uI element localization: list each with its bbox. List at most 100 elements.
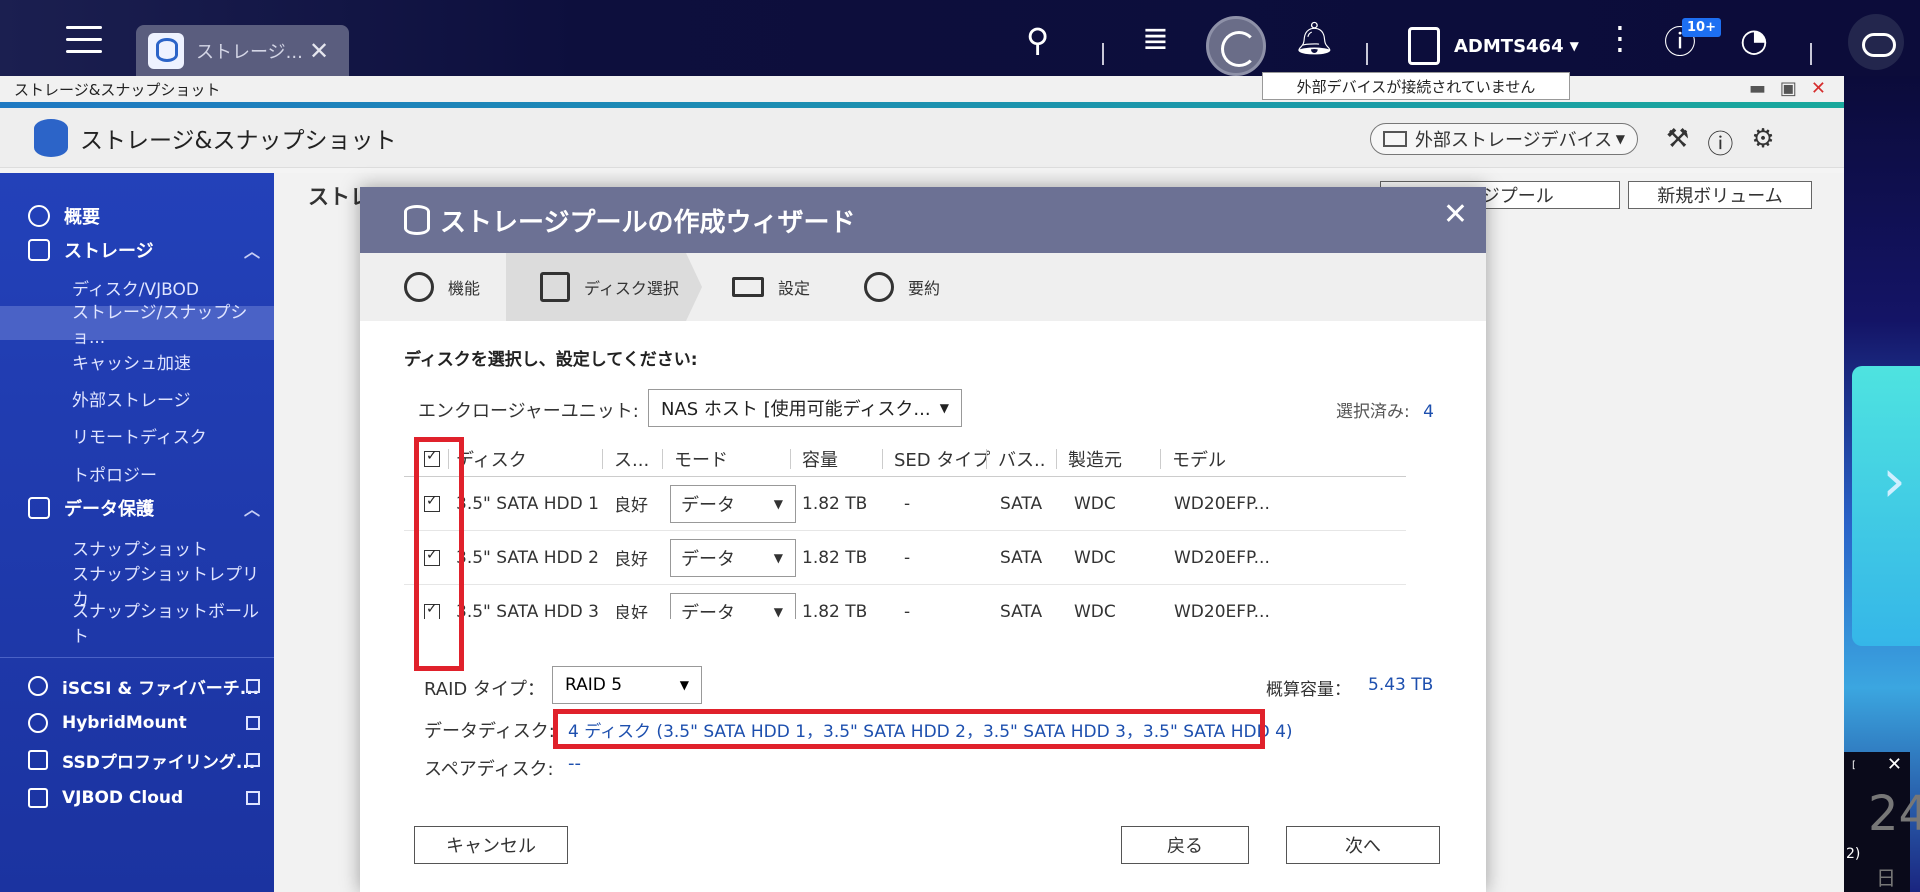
col-sed-type[interactable]: SED タイプ bbox=[894, 441, 990, 476]
sidebar-item-data-protection[interactable]: データ保護 ︿ bbox=[0, 491, 274, 525]
widget-note: 2) bbox=[1846, 846, 1861, 862]
sidebar-item-external-storage[interactable]: 外部ストレージ bbox=[0, 381, 274, 415]
enclosure-select[interactable]: NAS ホスト [使用可能ディスク... ▼ bbox=[648, 389, 962, 427]
chevron-right-icon[interactable]: › bbox=[1882, 446, 1906, 516]
sidebar-item-label: トポロジー bbox=[72, 465, 157, 486]
instruction-text: ディスクを選択し、設定してください: bbox=[404, 350, 698, 370]
disk-table: ディスク ス... モード 容量 SED タイプ バス... 製造元 モデル 3… bbox=[404, 441, 1406, 619]
sidebar-item-label: VJBOD Cloud bbox=[62, 788, 184, 808]
disk-vendor: WDC bbox=[1074, 601, 1116, 620]
maximize-icon[interactable]: ▣ bbox=[1780, 78, 1797, 99]
sidebar-item-vjbod-cloud[interactable]: VJBOD Cloud bbox=[0, 781, 274, 815]
sidebar-item-hybridmount[interactable]: HybridMount bbox=[0, 706, 274, 740]
close-tab-icon[interactable]: ✕ bbox=[309, 37, 329, 65]
wizard-steps: 機能 ディスク選択 設定 要約 bbox=[360, 253, 1486, 321]
create-storage-pool-wizard: ストレージプールの作成ウィザード ✕ 機能 ディスク選択 設定 要約 ディスクを… bbox=[360, 187, 1486, 892]
sidebar-item-label: SSDプロファイリング... bbox=[62, 752, 256, 773]
mode-select[interactable]: データ ▼ bbox=[670, 477, 796, 530]
storage-app-icon bbox=[148, 32, 184, 69]
raid-type-select[interactable]: RAID 5 ▼ bbox=[552, 666, 702, 704]
disk-name: 3.5" SATA HDD 3 bbox=[456, 601, 599, 620]
external-storage-device-button[interactable]: 外部ストレージデバイス ▼ bbox=[1370, 123, 1638, 155]
data-disk-label: データディスク: bbox=[424, 721, 555, 742]
main-menu-icon[interactable] bbox=[66, 26, 102, 58]
more-options-icon[interactable]: ⋮ bbox=[1604, 22, 1636, 54]
window-title: ストレージ&スナップショット bbox=[14, 80, 221, 99]
external-link-icon bbox=[246, 753, 260, 767]
sidebar-item-snapshot[interactable]: スナップショット bbox=[0, 530, 274, 564]
bell-icon[interactable]: 🔔︎ bbox=[1294, 22, 1335, 54]
help-icon[interactable]: ⓘ bbox=[1707, 124, 1733, 161]
external-link-icon bbox=[246, 716, 260, 730]
os-taskbar: ストレージ... ✕ ⚲ ≣ 🔔︎ ADMTS464 ▼ ⋮ ⓘ 10+ ◔ bbox=[0, 0, 1920, 76]
sidebar-item-iscsi[interactable]: iSCSI & ファイバーチ... bbox=[0, 669, 274, 703]
task-stack-icon[interactable]: ≣ bbox=[1142, 22, 1169, 54]
widget-bracket: [ bbox=[1852, 760, 1856, 771]
username: ADMTS464 bbox=[1454, 35, 1564, 57]
col-disk[interactable]: ディスク bbox=[456, 441, 527, 476]
col-mode[interactable]: モード bbox=[674, 441, 728, 476]
toolbar-divider bbox=[1102, 43, 1104, 65]
disk-capacity: 1.82 TB bbox=[802, 493, 868, 514]
sync-icon[interactable] bbox=[1206, 16, 1266, 76]
col-vendor[interactable]: 製造元 bbox=[1068, 441, 1122, 476]
sidebar-item-overview[interactable]: 概要 bbox=[0, 199, 274, 233]
cloud-icon[interactable] bbox=[1848, 14, 1904, 70]
external-link-icon bbox=[246, 791, 260, 805]
close-dialog-icon[interactable]: ✕ bbox=[1443, 197, 1468, 232]
col-status[interactable]: ス... bbox=[614, 441, 654, 476]
sidebar-item-snapshot-vault[interactable]: スナップショットボールト bbox=[0, 602, 274, 647]
next-button[interactable]: 次へ bbox=[1286, 826, 1440, 864]
step-summary: 要約 bbox=[864, 253, 940, 321]
step-label: 要約 bbox=[908, 279, 941, 298]
selected-label: 選択済み: bbox=[1336, 402, 1410, 422]
search-icon[interactable]: ⚲ bbox=[1026, 24, 1049, 56]
col-bus[interactable]: バス... bbox=[998, 441, 1046, 476]
user-menu[interactable]: ADMTS464 ▼ bbox=[1408, 27, 1579, 65]
disk-capacity: 1.82 TB bbox=[802, 547, 868, 568]
mode-value: データ bbox=[681, 494, 735, 516]
col-model[interactable]: モデル bbox=[1172, 441, 1226, 476]
close-window-icon[interactable]: ✕ bbox=[1811, 78, 1826, 99]
storage-app-icon bbox=[34, 118, 68, 157]
sidebar-item-remote-disk[interactable]: リモートディスク bbox=[0, 418, 274, 452]
disk-status: 良好 bbox=[614, 550, 648, 570]
sidebar-item-ssd-profiling[interactable]: SSDプロファイリング... bbox=[0, 743, 274, 777]
cancel-button[interactable]: キャンセル bbox=[414, 826, 568, 864]
table-row[interactable]: 3.5" SATA HDD 1 良好 データ ▼ 1.82 TB - SATA W… bbox=[404, 477, 1406, 531]
chevron-down-icon: ▼ bbox=[1569, 39, 1579, 53]
table-row[interactable]: 3.5" SATA HDD 2 良好 データ ▼ 1.82 TB - SATA W… bbox=[404, 531, 1406, 585]
desktop-widget: [ ✕ 24 2) 日 bbox=[1844, 752, 1920, 892]
disk-model: WD20EFP... bbox=[1174, 601, 1270, 620]
gear-icon[interactable]: ⚙ bbox=[1751, 124, 1774, 161]
selected-count-value: 4 bbox=[1423, 402, 1434, 422]
col-capacity[interactable]: 容量 bbox=[802, 441, 838, 476]
disk-capacity: 1.82 TB bbox=[802, 601, 868, 620]
chevron-down-icon: ▼ bbox=[939, 401, 949, 415]
sidebar-item-topology[interactable]: トポロジー bbox=[0, 456, 274, 490]
mode-select[interactable]: データ ▼ bbox=[670, 531, 796, 584]
mode-value: データ bbox=[681, 548, 735, 570]
disk-sed: - bbox=[904, 601, 911, 620]
disk-vendor: WDC bbox=[1074, 493, 1116, 514]
sidebar-divider bbox=[0, 657, 274, 658]
highlight-data-disks bbox=[553, 709, 1265, 749]
resource-monitor-icon[interactable]: ◔ bbox=[1740, 24, 1768, 56]
cloud-disk-icon bbox=[28, 788, 48, 808]
mode-select[interactable]: データ ▼ bbox=[670, 585, 796, 619]
sidebar-item-storage-snapshots[interactable]: ストレージ/スナップショ... bbox=[0, 303, 274, 348]
table-row[interactable]: 3.5" SATA HDD 3 良好 データ ▼ 1.82 TB - SATA W… bbox=[404, 585, 1406, 619]
widget-day: 日 bbox=[1876, 866, 1896, 890]
new-volume-button[interactable]: 新規ボリューム bbox=[1628, 181, 1812, 209]
close-widget-icon[interactable]: ✕ bbox=[1887, 754, 1902, 775]
sidebar-item-cache[interactable]: キャッシュ加速 bbox=[0, 344, 274, 378]
chevron-up-icon: ︿ bbox=[243, 500, 260, 519]
app-tab-storage[interactable]: ストレージ... ✕ bbox=[136, 25, 349, 76]
sidebar-item-storage[interactable]: ストレージ ︿ bbox=[0, 233, 274, 267]
camera-icon bbox=[28, 497, 50, 519]
tools-icon[interactable]: ⚒ bbox=[1666, 124, 1689, 161]
highlight-checkbox-column bbox=[414, 437, 464, 671]
step-settings: 設定 bbox=[732, 253, 810, 321]
minimize-icon[interactable]: ▬ bbox=[1749, 78, 1766, 99]
back-button[interactable]: 戻る bbox=[1121, 826, 1249, 864]
